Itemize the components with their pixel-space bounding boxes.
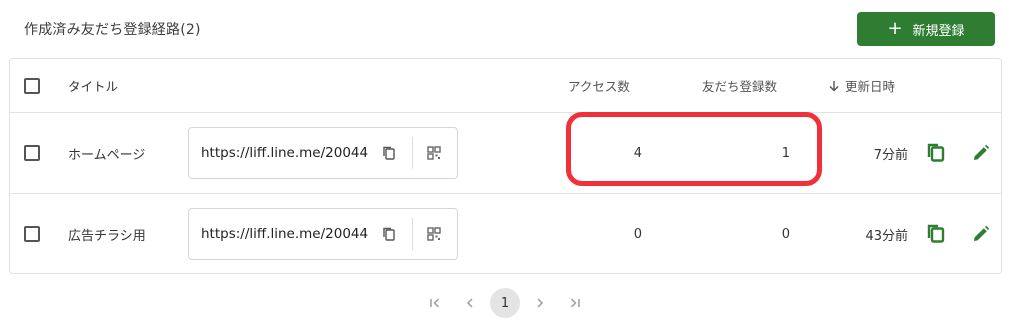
- arrow-down-icon: [829, 80, 839, 91]
- new-registration-button[interactable]: + 新規登録: [857, 12, 995, 46]
- pagination: 1: [0, 288, 1024, 318]
- last-page-icon[interactable]: [560, 288, 590, 318]
- url-field-divider: [412, 137, 413, 169]
- url-field: https://liff.line.me/20044: [188, 127, 458, 179]
- select-all-cell: [24, 59, 40, 112]
- page-title: 作成済み友だち登録経路(2): [24, 22, 201, 38]
- table-row: 広告チラシ用 https://liff.line.me/20044 0 0 43…: [10, 194, 1001, 274]
- duplicate-icon[interactable]: [922, 139, 950, 167]
- table-row: ホームページ https://liff.line.me/20044 4 1 7分…: [10, 113, 1001, 194]
- qr-code-icon[interactable]: [421, 140, 447, 166]
- updated-time: 7分前: [873, 147, 908, 163]
- row-checkbox[interactable]: [24, 226, 40, 242]
- prev-page-icon[interactable]: [455, 288, 485, 318]
- header-updated-label: 更新日時: [845, 79, 896, 94]
- new-registration-label: 新規登録: [912, 23, 965, 39]
- updated-time: 43分前: [865, 228, 908, 244]
- plus-icon: +: [887, 17, 903, 39]
- url-text: https://liff.line.me/20044: [201, 226, 369, 242]
- row-title: 広告チラシ用: [68, 228, 146, 244]
- friend-count: 0: [781, 226, 790, 242]
- access-count: 0: [633, 226, 642, 242]
- edit-icon[interactable]: [967, 139, 995, 167]
- edit-icon[interactable]: [967, 220, 995, 248]
- url-field: https://liff.line.me/20044: [188, 208, 458, 260]
- header-updated[interactable]: 更新日時: [828, 59, 895, 112]
- select-all-checkbox[interactable]: [24, 77, 40, 94]
- header-friend-count[interactable]: 友だち登録数: [702, 59, 777, 112]
- url-text: https://liff.line.me/20044: [201, 145, 369, 161]
- friend-count: 1: [781, 145, 790, 161]
- header-access-count[interactable]: アクセス数: [568, 59, 630, 112]
- row-checkbox-cell: [24, 194, 40, 274]
- copy-url-icon[interactable]: [374, 219, 404, 249]
- next-page-icon[interactable]: [525, 288, 555, 318]
- row-checkbox[interactable]: [24, 145, 40, 161]
- table-header-row: タイトル アクセス数 友だち登録数 更新日時: [10, 59, 1001, 113]
- access-count: 4: [633, 145, 642, 161]
- route-table: タイトル アクセス数 友だち登録数 更新日時 ホームページ https://li…: [9, 58, 1002, 274]
- duplicate-icon[interactable]: [922, 220, 950, 248]
- copy-url-icon[interactable]: [374, 138, 404, 168]
- header-title: タイトル: [68, 79, 119, 94]
- qr-code-icon[interactable]: [421, 221, 447, 247]
- page-number-current[interactable]: 1: [490, 288, 520, 318]
- row-title: ホームページ: [68, 147, 146, 163]
- first-page-icon[interactable]: [420, 288, 450, 318]
- row-checkbox-cell: [24, 113, 40, 193]
- url-field-divider: [412, 218, 413, 250]
